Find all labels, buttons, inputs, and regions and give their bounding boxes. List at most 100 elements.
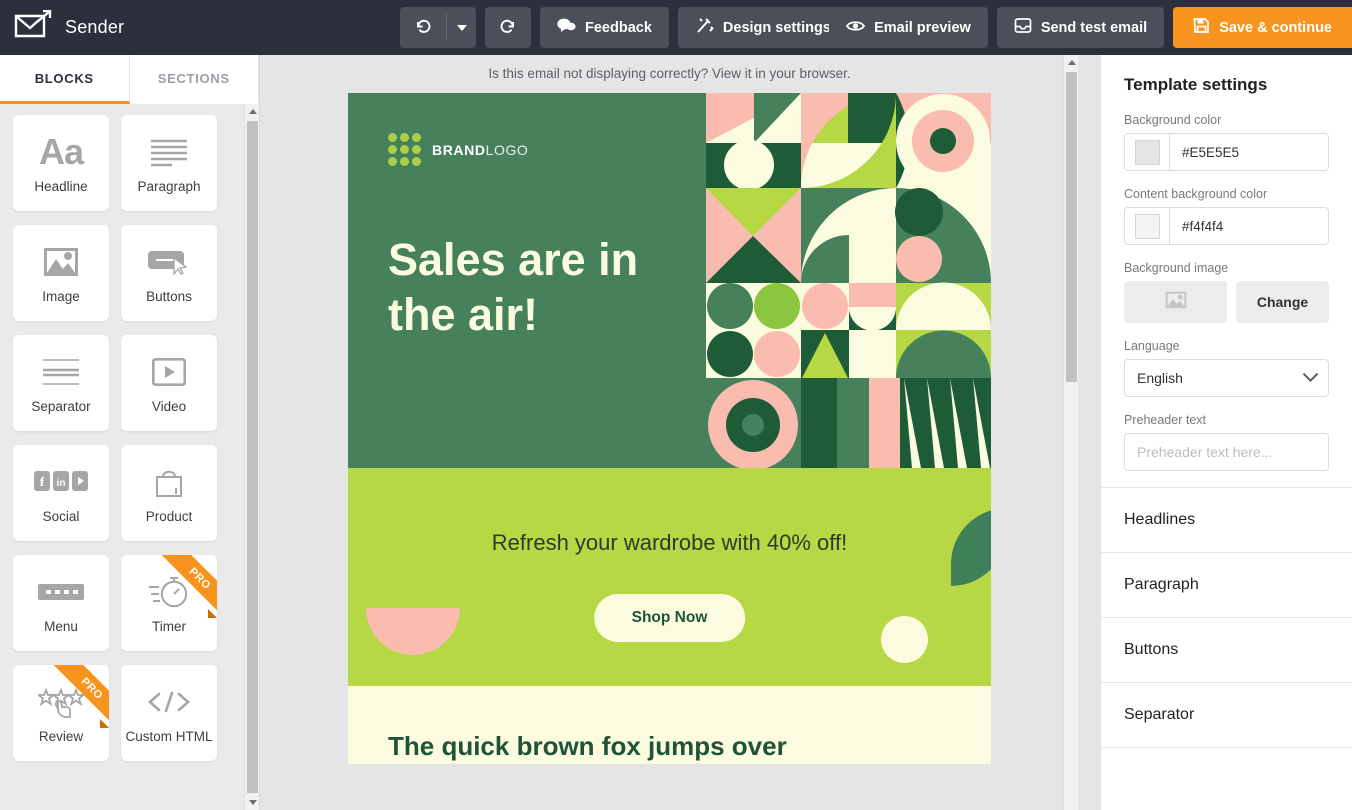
content-background-color-label: Content background color [1124, 187, 1268, 201]
view-in-browser-note[interactable]: Is this email not displaying correctly? … [261, 55, 1078, 93]
tab-blocks[interactable]: BLOCKS [0, 55, 130, 104]
undo-button[interactable] [400, 7, 446, 48]
style-accordion: Headlines Paragraph Buttons Separator [1101, 487, 1352, 748]
block-timer[interactable]: Timer PRO [121, 555, 217, 651]
promo-section[interactable]: Refresh your wardrobe with 40% off! Shop… [348, 468, 991, 686]
background-color-input[interactable]: #E5E5E5 [1124, 133, 1329, 171]
content-background-color-value[interactable]: #f4f4f4 [1170, 208, 1328, 244]
separator-icon [40, 352, 82, 392]
preheader-text-input[interactable] [1124, 433, 1329, 471]
brand-logo-text: BRANDLOGO [432, 142, 528, 158]
block-label: Product [145, 508, 193, 524]
accordion-label: Separator [1124, 706, 1195, 723]
scrollbar-thumb[interactable] [1066, 72, 1077, 382]
language-select[interactable]: English [1124, 359, 1329, 397]
block-social[interactable]: f in Social [13, 445, 109, 541]
panel-title: Template settings [1124, 75, 1268, 94]
play-icon [152, 352, 186, 392]
button-cursor-icon [147, 242, 191, 282]
half-circle-shape [366, 608, 460, 655]
block-video[interactable]: Video [121, 335, 217, 431]
email-preview-button[interactable]: Email preview [829, 7, 988, 48]
save-icon [1193, 17, 1210, 38]
color-swatch [1134, 213, 1160, 239]
email-template: BRANDLOGO Sales are in the air! Refresh … [348, 93, 991, 764]
shopping-bag-icon [152, 462, 186, 502]
design-settings-label: Design settings [722, 19, 831, 36]
canvas-scrollbar[interactable] [1063, 55, 1078, 810]
block-label: Buttons [146, 288, 192, 304]
redo-button[interactable] [485, 7, 531, 48]
undo-icon [414, 17, 432, 39]
block-menu[interactable]: Menu [13, 555, 109, 651]
content-background-color-swatch-button[interactable] [1125, 208, 1170, 244]
background-color-swatch-button[interactable] [1125, 134, 1170, 170]
content-background-color-input[interactable]: #f4f4f4 [1124, 207, 1329, 245]
block-label: Video [151, 398, 187, 414]
hero-section[interactable]: BRANDLOGO Sales are in the air! [348, 93, 991, 470]
send-test-email-button[interactable]: Send test email [996, 7, 1165, 48]
block-label: Separator [31, 398, 91, 414]
svg-text:in: in [57, 478, 66, 489]
block-paragraph[interactable]: Paragraph [121, 115, 217, 211]
feedback-button[interactable]: Feedback [540, 7, 669, 48]
accordion-item-separator[interactable]: Separator [1101, 683, 1352, 748]
background-image-field: Background image Change [1124, 261, 1329, 323]
accordion-item-buttons[interactable]: Buttons [1101, 618, 1352, 683]
content-background-color-field: Content background color #f4f4f4 [1124, 187, 1329, 245]
brand-logo-bold: BRAND [432, 141, 486, 158]
accordion-item-paragraph[interactable]: Paragraph [1101, 553, 1352, 618]
hero-headline[interactable]: Sales are in the air! [388, 233, 688, 343]
background-color-value[interactable]: #E5E5E5 [1170, 134, 1328, 170]
blocks-scrollbar[interactable] [244, 104, 259, 810]
template-settings-panel: Template settings Background color #E5E5… [1100, 55, 1352, 810]
send-test-email-label: Send test email [1040, 19, 1148, 36]
email-preview-label: Email preview [874, 19, 971, 36]
block-label: Headline [34, 178, 88, 194]
accordion-label: Headlines [1124, 511, 1196, 528]
block-custom-html[interactable]: Custom HTML [121, 665, 217, 761]
block-separator[interactable]: Separator [13, 335, 109, 431]
block-buttons[interactable]: Buttons [121, 225, 217, 321]
block-image[interactable]: Image [13, 225, 109, 321]
dot-pattern-icon [388, 133, 421, 166]
shop-now-button[interactable]: Shop Now [593, 594, 746, 642]
scroll-up-arrow[interactable] [1064, 55, 1078, 70]
promo-headline[interactable]: Refresh your wardrobe with 40% off! [348, 530, 991, 556]
design-settings-button[interactable]: Design settings [678, 7, 848, 48]
scroll-down-arrow[interactable] [245, 795, 260, 810]
bottom-heading: The quick brown fox jumps over [388, 731, 787, 761]
feedback-label: Feedback [585, 19, 652, 36]
save-continue-button[interactable]: Save & continue [1173, 7, 1352, 48]
stopwatch-icon [147, 572, 191, 612]
block-review[interactable]: Review PRO [13, 665, 109, 761]
picture-icon [1165, 291, 1187, 314]
tab-sections[interactable]: SECTIONS [129, 55, 259, 104]
undo-dropdown-button[interactable] [447, 7, 476, 48]
toolbar-right-group: Email preview Send test email Save & con… [829, 7, 1352, 48]
block-label: Social [42, 508, 80, 524]
hero-headline-line1: Sales are in [388, 234, 639, 285]
background-image-preview[interactable] [1124, 281, 1227, 323]
block-product[interactable]: Product [121, 445, 217, 541]
block-label: Image [42, 288, 80, 304]
block-label: Timer [152, 618, 186, 634]
stars-hand-icon [38, 682, 84, 722]
tab-sections-label: SECTIONS [157, 70, 230, 86]
aa-text-icon: Aa [38, 130, 84, 172]
preheader-text-label: Preheader text [1124, 413, 1206, 427]
chevron-down-icon [1302, 365, 1319, 382]
scrollbar-thumb[interactable] [247, 121, 258, 793]
change-background-image-button[interactable]: Change [1236, 281, 1329, 323]
accordion-item-headlines[interactable]: Headlines [1101, 488, 1352, 553]
save-continue-label: Save & continue [1219, 19, 1332, 36]
scroll-up-arrow[interactable] [245, 104, 260, 119]
chevron-down-icon [456, 24, 467, 31]
eye-icon [846, 19, 866, 37]
social-icons: f in [34, 462, 88, 502]
bottom-text-section[interactable]: The quick brown fox jumps over [348, 686, 991, 764]
accordion-label: Paragraph [1124, 576, 1199, 593]
background-image-row: Change [1124, 281, 1329, 323]
block-headline[interactable]: Aa Headline [13, 115, 109, 211]
brand-logo[interactable]: BRANDLOGO [388, 133, 528, 166]
